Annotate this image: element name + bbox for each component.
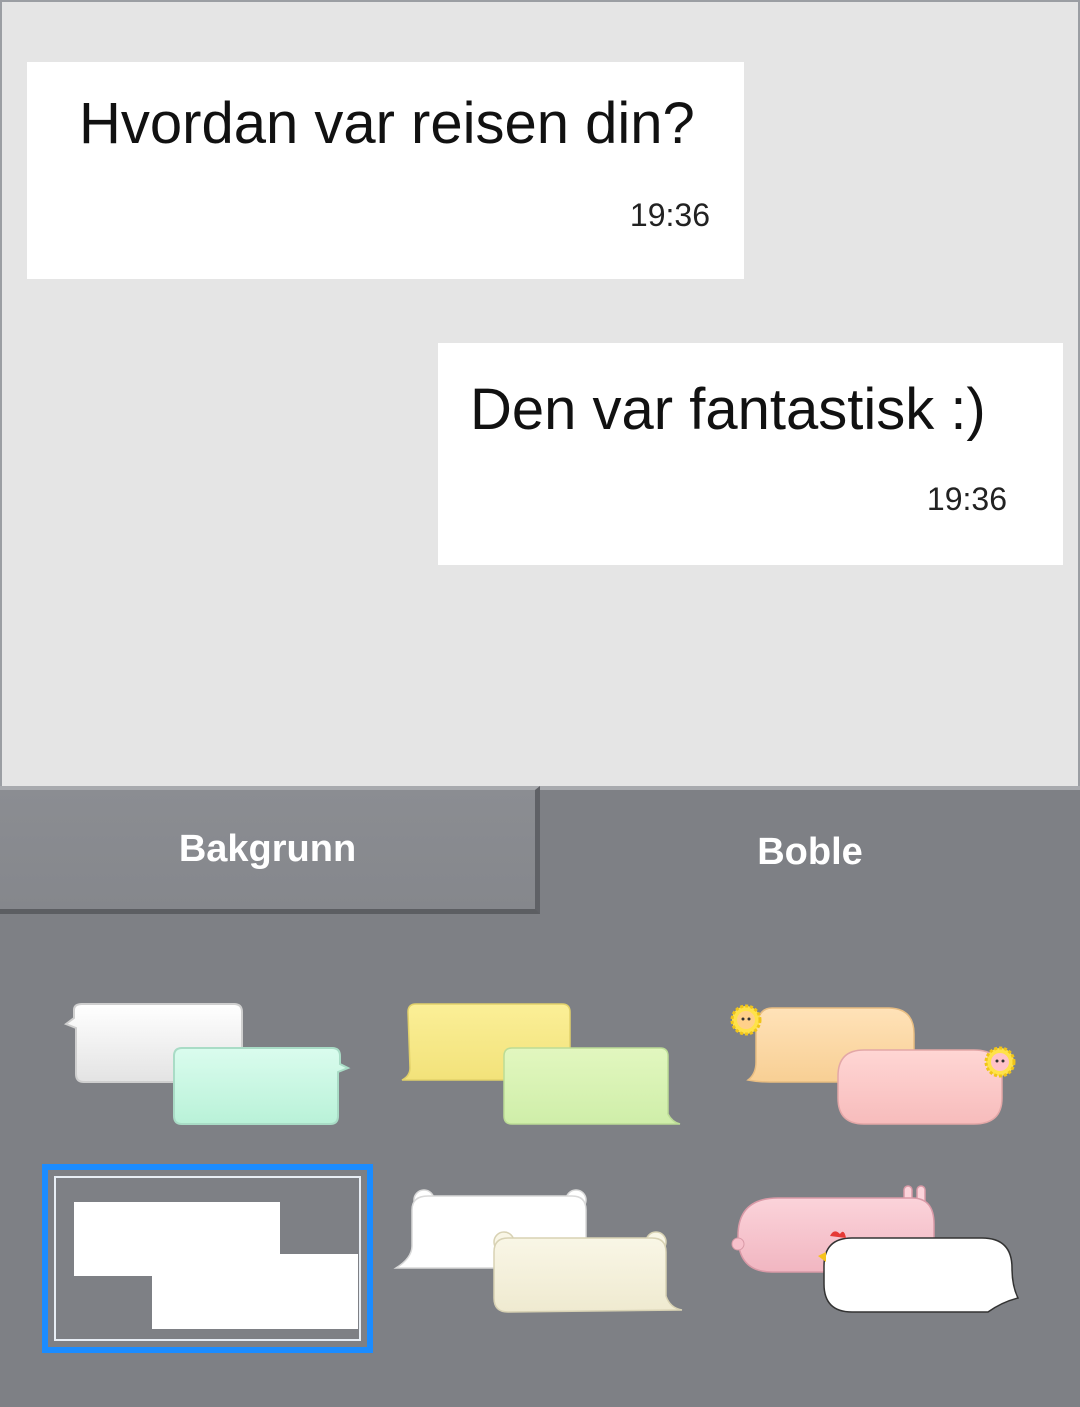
tab-bar: Bakgrunn Boble	[0, 786, 1080, 916]
message-time: 19:36	[926, 481, 1007, 517]
bubble-style-yellow-green-icon	[401, 1003, 681, 1125]
selection-frame	[54, 1176, 361, 1341]
bubble-style-bear-cream-icon	[393, 1189, 683, 1313]
tab-bubble[interactable]: Boble	[540, 786, 1080, 914]
incoming-message-bubble: Hvordan var reisen din? 19:36	[27, 62, 744, 279]
bubble-preview-block	[152, 1254, 358, 1329]
bubble-style-bear-cream[interactable]	[372, 1176, 692, 1356]
bubble-style-orange-pink-lion-icon	[730, 1004, 1016, 1125]
bubble-style-grid	[0, 916, 1080, 1407]
tab-background[interactable]: Bakgrunn	[0, 786, 540, 914]
outgoing-message-bubble: Den var fantastisk :) 19:36	[438, 343, 1063, 565]
bubble-style-rabbit-chicken[interactable]	[712, 1176, 1032, 1356]
bubble-style-white-mint[interactable]	[44, 986, 364, 1166]
bubble-style-rabbit-chicken-icon	[731, 1185, 1020, 1313]
message-text: Hvordan var reisen din?	[79, 91, 695, 156]
bubble-settings-screen: Hvordan var reisen din? 19:36 Den var fa…	[0, 0, 1080, 1407]
chat-preview: Hvordan var reisen din? 19:36 Den var fa…	[0, 0, 1080, 788]
tab-label: Bakgrunn	[178, 828, 357, 870]
bubble-style-yellow-green[interactable]	[372, 986, 692, 1166]
tab-label: Boble	[757, 830, 863, 873]
message-text: Den var fantastisk :)	[470, 377, 986, 442]
message-time: 19:36	[629, 197, 710, 233]
bubble-style-white-mint-icon	[63, 1003, 351, 1125]
bubble-style-plain-white[interactable]	[42, 1164, 373, 1353]
bubble-style-orange-pink-lion[interactable]	[712, 986, 1032, 1166]
